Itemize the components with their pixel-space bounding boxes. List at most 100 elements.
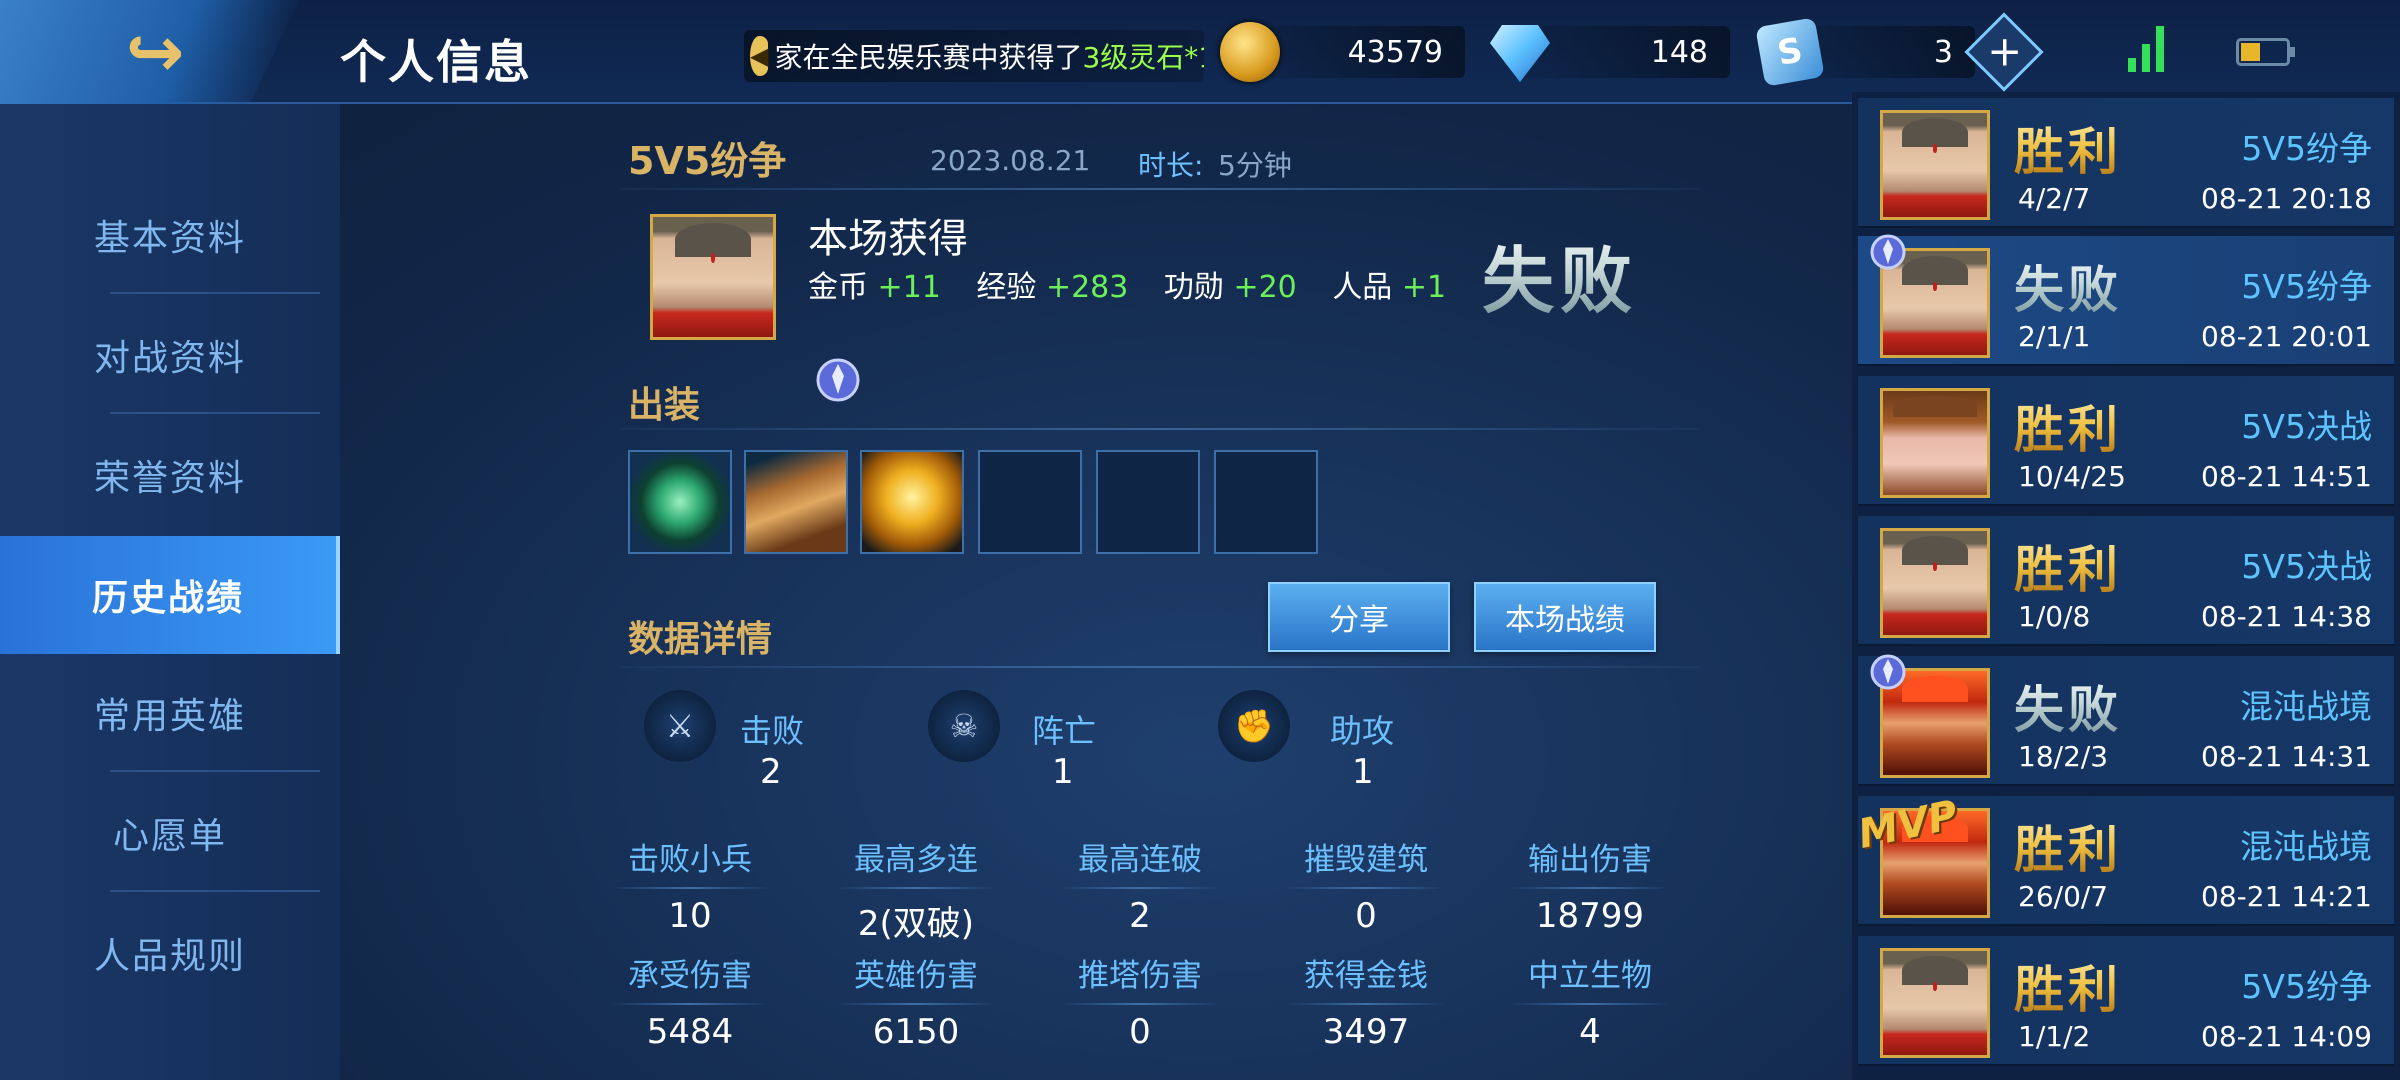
history-time: 08-21 14:21 [2201,880,2372,913]
hero-avatar [1880,110,1990,220]
data-detail-title: 数据详情 [628,619,773,660]
sidebar-item-rules[interactable]: 人品规则 [0,894,340,1012]
equipment-slot-empty [1096,450,1200,554]
equipment-slot-empty [1214,450,1318,554]
stat-value-gold-earned: 3497 [1322,1012,1410,1052]
sidebar-item-label: 人品规则 [93,936,246,977]
history-kda: 18/2/3 [2018,740,2109,773]
sidebar-item-label: 对战资料 [93,338,246,379]
history-result: 胜利 [2014,112,2122,184]
back-arrow-icon[interactable]: ↩ [100,11,210,93]
karma-gain-label: 人品 [1332,270,1393,305]
karma-gain-value: +1 [1401,270,1447,305]
voucher-icon: S [1755,17,1825,87]
skull-icon: ☠ [928,690,1000,762]
history-result: 胜利 [2014,390,2122,462]
history-kda: 10/4/25 [2018,460,2126,493]
history-mode: 混沌战境 [2240,827,2372,866]
hero-portrait [650,214,776,340]
stat-value-minions: 10 [668,896,712,936]
assists-value: 1 [1352,752,1374,792]
history-kda: 4/2/7 [2018,182,2091,215]
signal-icon [2128,26,2174,72]
stat-label-multikill: 最高多连 [826,834,1006,889]
stat-label-streak: 最高连破 [1050,834,1230,889]
page-title: 个人信息 [340,35,532,89]
history-result: 失败 [2014,670,2122,742]
match-mode: 5V5纷争 [628,139,787,183]
stat-label-hero-damage: 英雄伤害 [826,950,1006,1005]
diamond-counter[interactable]: 148 [1490,25,1730,82]
kills-label: 击败 [740,712,805,750]
deaths-label: 阵亡 [1032,712,1097,750]
equipment-slot-2[interactable] [744,450,848,554]
stat-label-minions: 击败小兵 [600,834,780,889]
history-row[interactable]: 胜利 5V5纷争 1/1/2 08-21 14:09 [1858,936,2394,1066]
history-time: 08-21 20:18 [2201,182,2372,215]
history-kda: 2/1/1 [2018,320,2091,353]
sidebar-item-battle[interactable]: 对战资料 [0,296,340,414]
history-time: 08-21 14:09 [2201,1020,2372,1053]
history-row-selected[interactable]: 失败 5V5纷争 2/1/1 08-21 20:01 [1858,234,2394,366]
fist-icon: ✊ [1218,690,1290,762]
merit-gain-label: 功勋 [1163,270,1224,305]
rank-badge-icon [816,358,860,402]
stat-value-hero-damage: 6150 [872,1012,960,1052]
rank-badge-icon [1870,654,1906,690]
history-mode: 5V5纷争 [2241,967,2372,1006]
share-button[interactable]: 分享 [1268,582,1450,652]
rank-badge-icon [1870,234,1906,270]
stat-label-buildings: 摧毁建筑 [1276,834,1456,889]
equipment-slot-1[interactable] [628,450,732,554]
merit-gain-value: +20 [1233,270,1297,305]
history-mode: 5V5决战 [2241,407,2372,446]
history-row[interactable]: 胜利 5V5决战 1/0/8 08-21 14:38 [1858,516,2394,646]
diamond-value: 148 [1650,34,1708,70]
stat-value-multikill: 2(双破) [857,904,975,944]
gains-row: 金币 +11 经验 +283 功勋 +20 人品 +1 [808,262,1472,306]
stat-value-damage-taken: 5484 [646,1012,734,1052]
match-result: 失败 [1482,222,1638,327]
stat-label-gold-earned: 获得金钱 [1276,950,1456,1005]
sidebar-item-wishlist[interactable]: 心愿单 [0,774,340,892]
exp-gain-label: 经验 [976,270,1037,305]
history-row[interactable]: 胜利 5V5决战 10/4/25 08-21 14:51 [1858,376,2394,506]
plus-icon: + [1987,26,2023,76]
hero-avatar [1880,948,1990,1058]
history-time: 08-21 14:38 [2201,600,2372,633]
duration-label: 时长: [1138,149,1204,182]
equipment-slot-empty [978,450,1082,554]
stat-label-neutral: 中立生物 [1500,950,1680,1005]
history-row[interactable]: 失败 混沌战境 18/2/3 08-21 14:31 [1858,654,2394,786]
broadcast-banner[interactable]: ◀ 家在全民娱乐赛中获得了 3级灵石*1 [744,30,1204,82]
sidebar-item-label: 心愿单 [112,816,227,857]
gold-coin-icon [1220,22,1280,82]
kills-value: 2 [760,752,782,792]
history-row[interactable]: MVP 胜利 混沌战境 26/0/7 08-21 14:21 [1854,792,2394,926]
sidebar-item-honor[interactable]: 荣誉资料 [0,416,340,534]
stat-label-tower-damage: 推塔伤害 [1050,950,1230,1005]
equipment-slot-3[interactable] [860,450,964,554]
stat-value-neutral: 4 [1579,1012,1601,1052]
gold-value: 43579 [1347,34,1443,70]
gold-counter[interactable]: 43579 [1220,22,1465,82]
history-result: 失败 [2014,250,2122,322]
exp-gain-value: +283 [1045,270,1129,305]
history-row[interactable]: 胜利 5V5纷争 4/2/7 08-21 20:18 [1858,98,2394,228]
assists-label: 助攻 [1330,712,1395,750]
broadcast-highlight: 3级灵石*1 [1082,41,1204,74]
history-mode: 5V5纷争 [2241,267,2372,306]
voucher-counter[interactable]: S 3 [1755,17,1975,87]
sidebar-item-label: 基本资料 [93,218,246,259]
scoreboard-button[interactable]: 本场战绩 [1474,582,1656,652]
sidebar-item-history[interactable]: 历史战绩 [0,536,340,654]
sidebar-item-basic[interactable]: 基本资料 [0,176,340,294]
megaphone-icon: ◀ [750,36,769,76]
sidebar-item-heroes[interactable]: 常用英雄 [0,654,340,772]
gold-gain-value: +11 [877,270,941,305]
gold-gain-label: 金币 [808,270,868,305]
broadcast-text: 家在全民娱乐赛中获得了 [774,41,1083,74]
battery-icon [2236,38,2295,66]
history-time: 08-21 14:31 [2201,740,2372,773]
match-date: 2023.08.21 [930,144,1091,177]
